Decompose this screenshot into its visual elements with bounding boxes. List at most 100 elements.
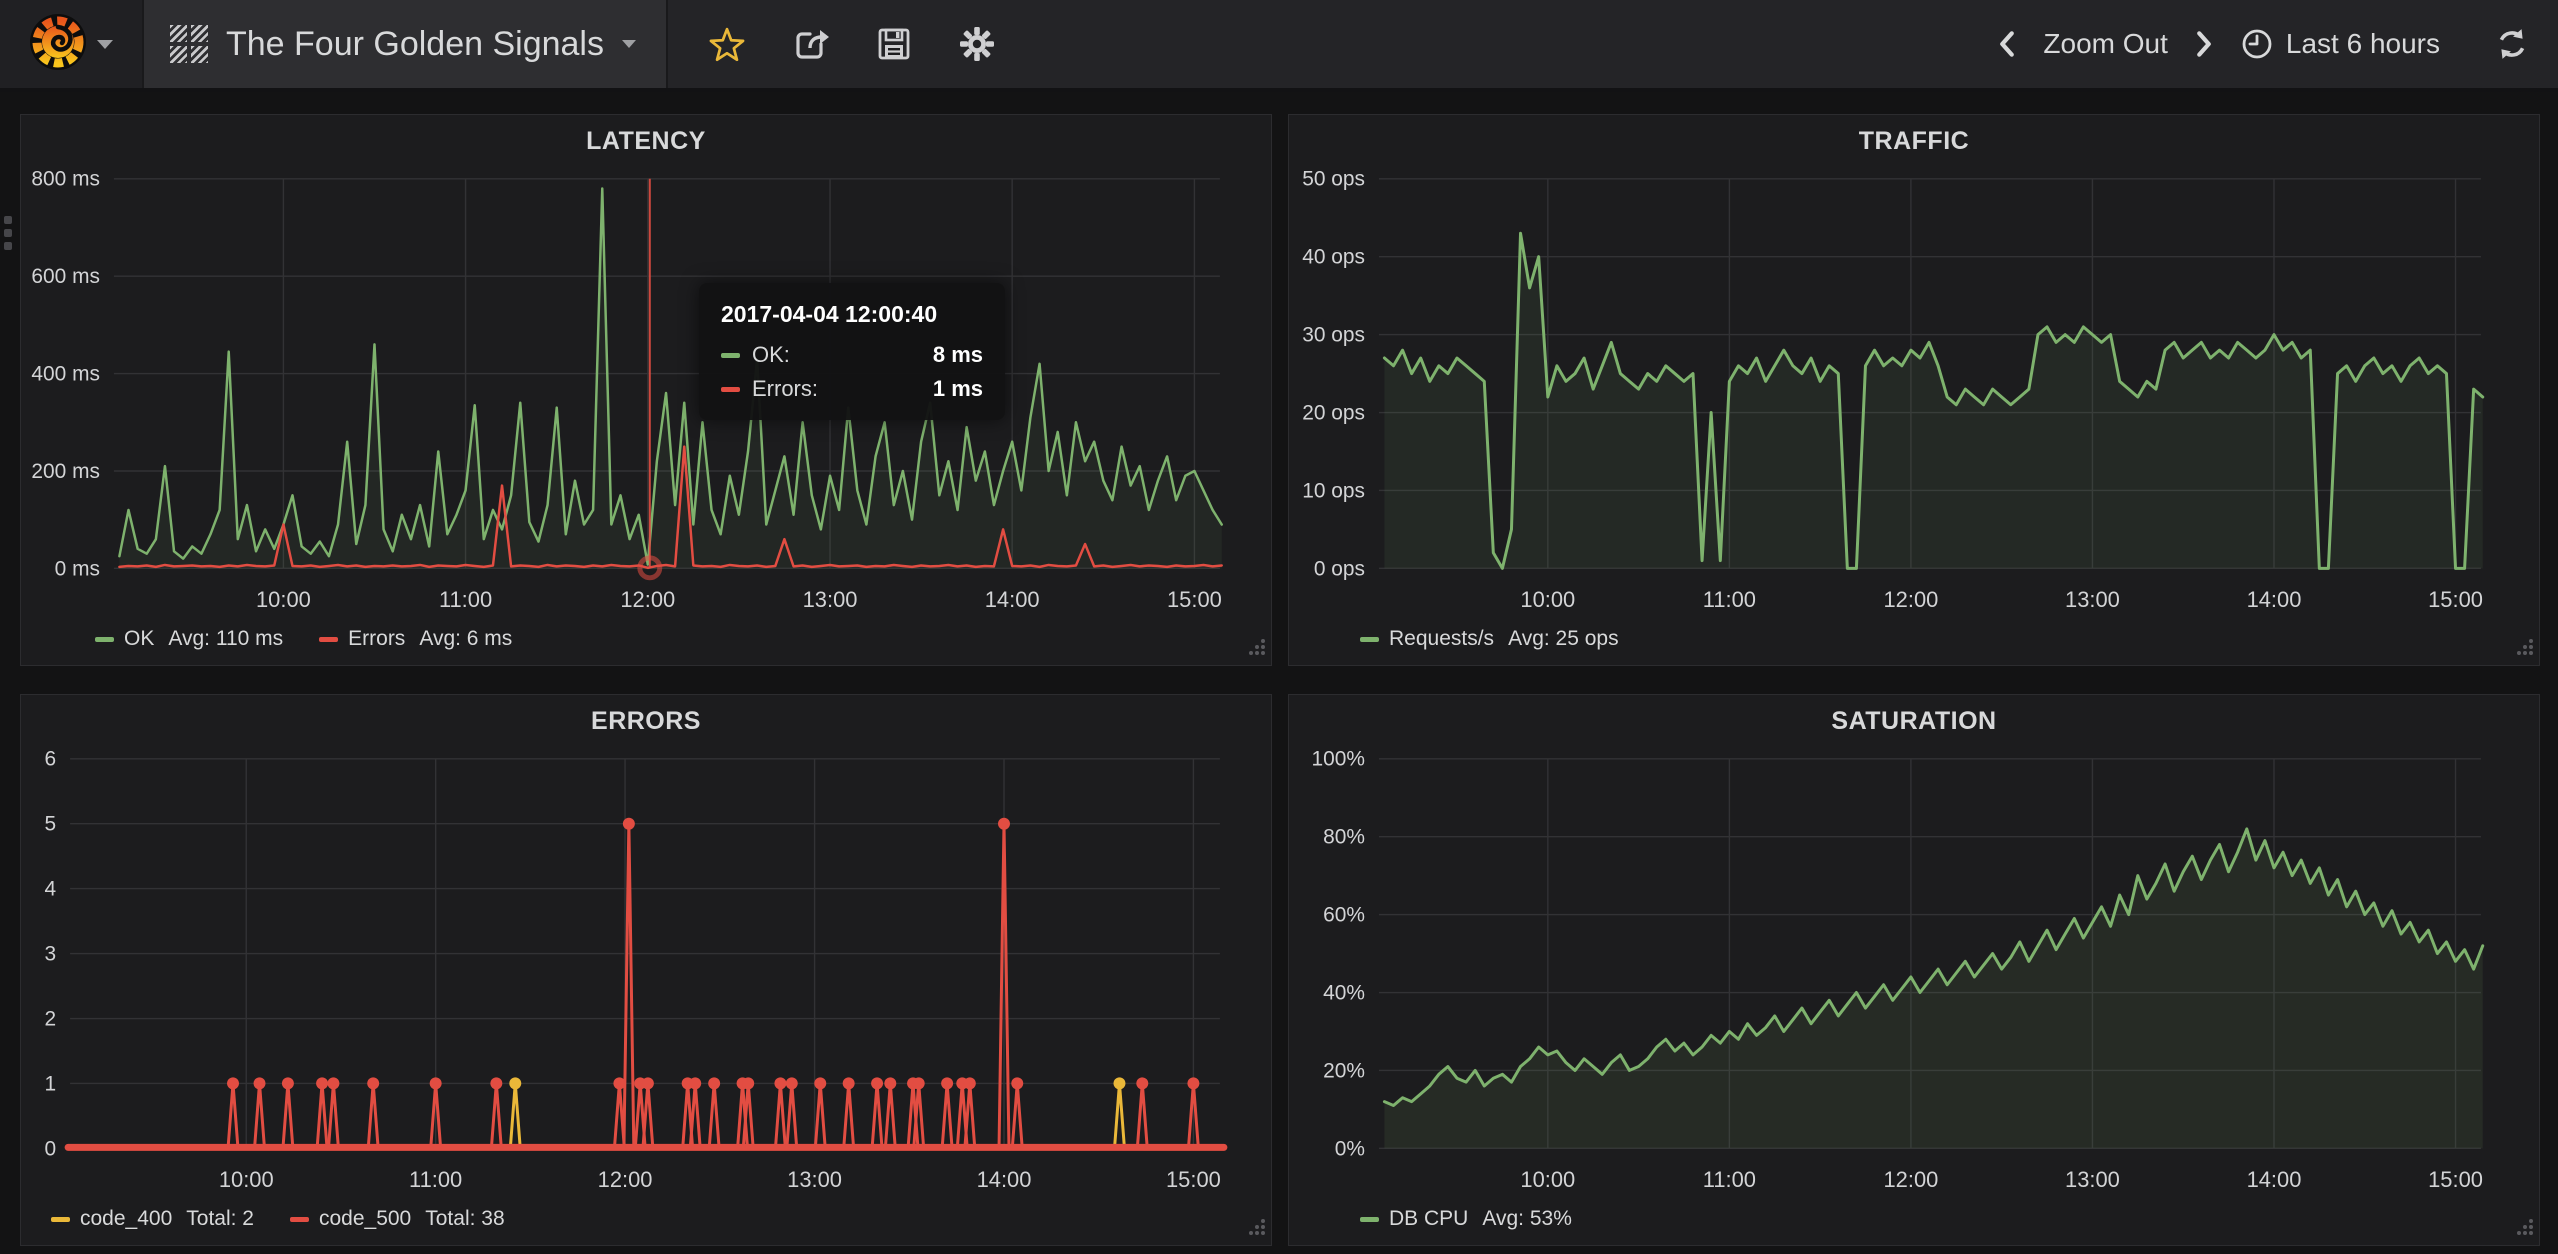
- x-tick-label: 15:00: [2428, 1167, 2483, 1192]
- panel-title-latency[interactable]: LATENCY: [21, 127, 1271, 156]
- spike-dot-code_500: [1011, 1077, 1024, 1090]
- spike-code_500: [963, 1081, 977, 1149]
- latency-legend: OK Avg: 110 ms Errors Avg: 6 ms: [95, 627, 512, 651]
- dashboard-title-button[interactable]: The Four Golden Signals: [144, 0, 668, 88]
- errors-chart[interactable]: 0 1 2 3 4 5 6 10:00 11:00 12:00 13:00 14:00 15:00: [21, 695, 1271, 1245]
- legend-item-code_500[interactable]: code_500 Total: 38: [289, 1207, 505, 1231]
- spike-dot-code_500: [708, 1077, 721, 1090]
- y-tick-label: 800 ms: [31, 168, 100, 191]
- x-tick-label: 10:00: [256, 587, 311, 612]
- legend-dash-icon: [289, 1216, 309, 1222]
- traffic-chart[interactable]: 0 ops 10 ops 20 ops 30 ops 40 ops 50 ops 10:00…: [1289, 115, 2539, 665]
- spike-dot-code_500: [912, 1077, 925, 1090]
- x-tick-label: 15:00: [1167, 587, 1222, 612]
- legend-item-DB CPU[interactable]: DB CPU Avg: 53%: [1360, 1207, 1572, 1231]
- saturation-chart[interactable]: 0% 20% 40% 60% 80% 100% 10:00 11:00 12:00 13:00 14…: [1289, 695, 2539, 1245]
- panel-title-errors[interactable]: ERRORS: [21, 707, 1271, 736]
- x-tick-label: 14:00: [985, 587, 1040, 612]
- spike-code_500: [842, 1081, 856, 1149]
- x-tick-label: 13:00: [803, 587, 858, 612]
- spike-dot-code_500: [327, 1077, 340, 1090]
- save-button[interactable]: [876, 26, 912, 62]
- clock-icon: [2242, 29, 2272, 59]
- panel-title-saturation[interactable]: SATURATION: [1289, 707, 2539, 736]
- spike-dot-code_500: [622, 817, 635, 830]
- panel-resize-handle[interactable]: [2516, 1218, 2534, 1241]
- share-button[interactable]: [792, 25, 830, 63]
- time-back-button[interactable]: [1999, 31, 2015, 57]
- legend-series-name: Errors: [348, 627, 406, 650]
- spike-code_400: [1113, 1081, 1126, 1149]
- row-drag-handle[interactable]: [4, 216, 12, 250]
- star-button[interactable]: [708, 26, 746, 63]
- legend-series-stat: Avg: 6 ms: [419, 627, 513, 650]
- legend-item-Requests/s[interactable]: Requests/s Avg: 25 ops: [1360, 627, 1619, 651]
- spike-dot-code_400: [1113, 1077, 1126, 1090]
- chevron-down-icon: [621, 40, 636, 48]
- legend-dash-icon: [1360, 636, 1379, 642]
- tooltip-label: OK:: [752, 342, 790, 367]
- spike-code_500: [883, 1081, 897, 1149]
- y-tick-label: 60%: [1323, 904, 1365, 927]
- spike-dot-code_500: [1187, 1077, 1200, 1090]
- legend-series-stat: Total: 38: [425, 1207, 505, 1230]
- chevron-left-icon: [2000, 31, 2015, 57]
- settings-button[interactable]: [958, 25, 996, 63]
- legend-item-Errors[interactable]: Errors Avg: 6 ms: [319, 627, 512, 651]
- grafana-menu-button[interactable]: [0, 0, 144, 88]
- refresh-button[interactable]: [2494, 26, 2530, 62]
- latency-chart[interactable]: 0 ms 200 ms 400 ms 600 ms 800 ms 10:00 11:00 12…: [21, 115, 1271, 665]
- tooltip-row-errors: Errors: 1 ms: [721, 376, 983, 402]
- x-tick-label: 14:00: [2247, 587, 2302, 612]
- x-tick-label: 11:00: [409, 1167, 462, 1192]
- legend-dash-icon: [1360, 1216, 1379, 1222]
- time-forward-button[interactable]: [2196, 31, 2212, 57]
- tooltip-value: 8 ms: [932, 342, 983, 367]
- panel-resize-handle[interactable]: [1248, 1218, 1266, 1241]
- panel-latency: LATENCY 0 ms 200 ms 400 ms 600 ms 800 ms 10:0…: [20, 114, 1272, 666]
- x-tick-label: 11:00: [1703, 587, 1756, 612]
- legend-dash-icon: [319, 636, 339, 642]
- dashboard-title: The Four Golden Signals: [226, 24, 604, 63]
- zoom-out-button[interactable]: Zoom Out: [2043, 28, 2167, 60]
- spike-code_500: [226, 1081, 240, 1149]
- legend-series-name: DB CPU: [1389, 1207, 1469, 1230]
- dashboard-grid: LATENCY 0 ms 200 ms 400 ms 600 ms 800 ms 10:0…: [0, 92, 2558, 1246]
- refresh-icon: [2499, 29, 2525, 59]
- x-tick-label: 12:00: [598, 1167, 653, 1192]
- x-tick-label: 10:00: [1520, 587, 1575, 612]
- y-tick-label: 0%: [1335, 1137, 1365, 1160]
- panel-resize-handle[interactable]: [2516, 638, 2534, 661]
- spike-code_500: [489, 1081, 503, 1149]
- tooltip-value: 1 ms: [932, 376, 983, 401]
- spike-code_500: [366, 1081, 380, 1149]
- grafana-logo-icon: [29, 13, 87, 76]
- spike-dot-code_500: [316, 1077, 329, 1090]
- dashboard-grid-icon: [170, 25, 208, 63]
- y-tick-label: 5: [45, 813, 57, 836]
- x-tick-label: 10:00: [219, 1167, 274, 1192]
- spike-dot-code_500: [871, 1077, 884, 1090]
- x-tick-label: 11:00: [439, 587, 492, 612]
- y-tick-label: 400 ms: [31, 363, 100, 386]
- spike-code_500: [1010, 1081, 1024, 1149]
- y-tick-label: 6: [45, 748, 57, 771]
- legend-series-stat: Avg: 53%: [1482, 1207, 1572, 1230]
- time-range-picker[interactable]: Last 6 hours: [2240, 27, 2440, 61]
- legend-item-OK[interactable]: OK Avg: 110 ms: [95, 627, 283, 651]
- y-tick-label: 20%: [1323, 1059, 1365, 1082]
- spike-dot-code_500: [941, 1077, 954, 1090]
- legend-series-name: code_400: [80, 1207, 173, 1230]
- x-tick-label: 15:00: [2428, 587, 2483, 612]
- legend-item-code_400[interactable]: code_400 Total: 2: [51, 1207, 254, 1231]
- time-range-label: Last 6 hours: [2285, 28, 2440, 59]
- legend-dash-icon: [51, 1216, 70, 1222]
- y-tick-label: 20 ops: [1302, 401, 1365, 424]
- panel-title-traffic[interactable]: TRAFFIC: [1289, 127, 2539, 156]
- y-tick-label: 200 ms: [31, 460, 100, 483]
- saturation-legend: DB CPU Avg: 53%: [1360, 1207, 1572, 1231]
- share-icon: [796, 30, 829, 59]
- y-tick-label: 80%: [1323, 826, 1365, 849]
- panel-resize-handle[interactable]: [1248, 638, 1266, 661]
- star-icon: [709, 27, 745, 61]
